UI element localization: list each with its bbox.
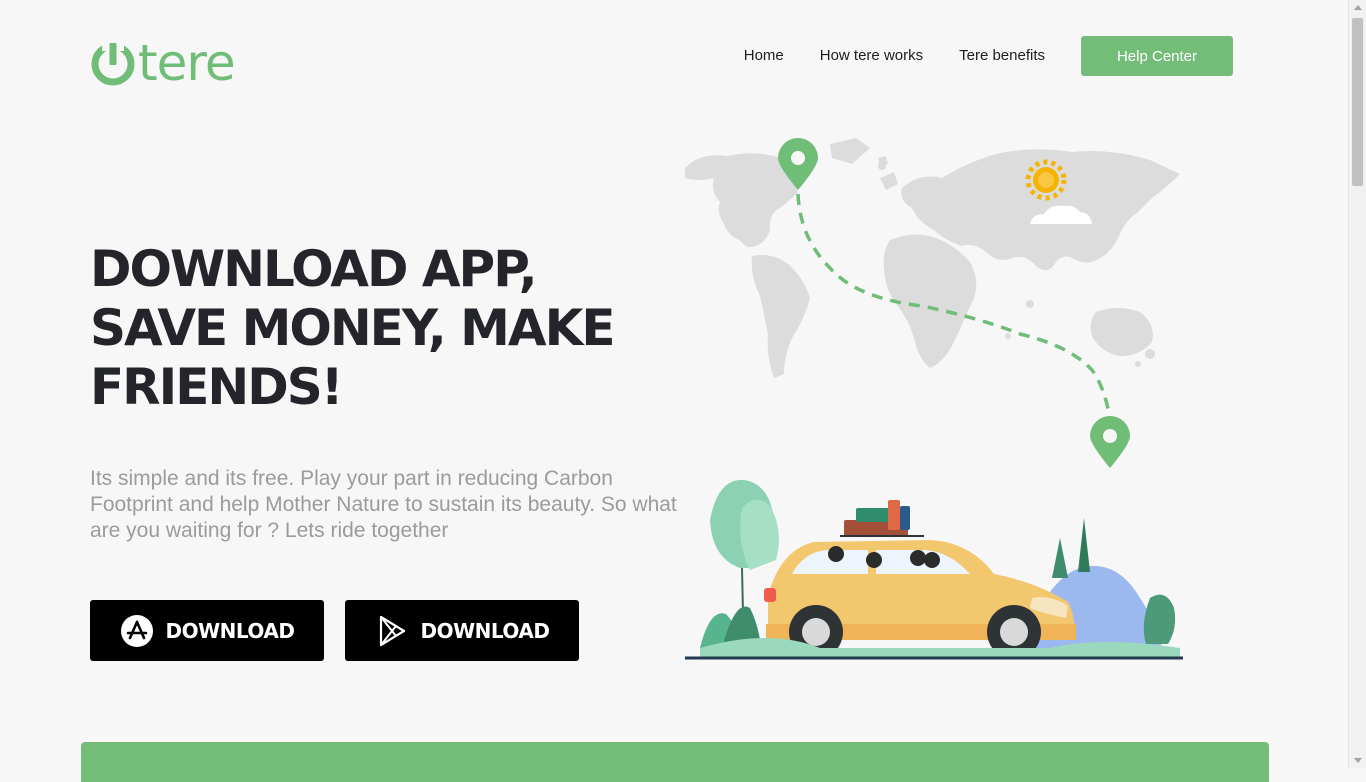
hero-title-line: FRIENDS!	[90, 358, 344, 416]
app-store-icon	[120, 614, 153, 647]
app-store-download-button[interactable]: DOWNLOAD	[90, 600, 324, 661]
hero-title-line: SAVE MONEY, MAKE	[90, 299, 616, 357]
nav-tere-benefits-link[interactable]: Tere benefits	[959, 36, 1045, 76]
car-icon	[764, 500, 1076, 659]
help-center-button[interactable]: Help Center	[1081, 36, 1233, 76]
top-nav: Home How tere works Tere benefits Help C…	[744, 36, 1233, 76]
download-label: DOWNLOAD	[420, 618, 550, 643]
hero-subtitle: Its simple and its free. Play your part …	[90, 467, 677, 542]
world-map	[685, 138, 1180, 378]
map-pin-icon	[1090, 416, 1130, 468]
scroll-up-arrow-icon[interactable]	[1354, 5, 1362, 10]
brand-name: tere	[138, 34, 236, 92]
tree-icon	[1143, 594, 1176, 644]
hero-title: DOWNLOAD APP, SAVE MONEY, MAKE FRIENDS!	[90, 240, 650, 417]
nav-how-tere-works-link[interactable]: How tere works	[820, 36, 923, 76]
hero-illustration	[685, 138, 1183, 660]
power-logo-icon	[91, 42, 135, 86]
tree-icon	[1078, 518, 1090, 572]
google-play-icon	[379, 615, 405, 646]
download-label: DOWNLOAD	[165, 618, 295, 643]
feature-section-band	[81, 742, 1269, 782]
scroll-thumb[interactable]	[1352, 18, 1363, 186]
nav-home-link[interactable]: Home	[744, 36, 784, 76]
hero-title-line: DOWNLOAD APP,	[90, 240, 538, 298]
tree-icon	[1052, 538, 1068, 578]
page-scrollbar[interactable]	[1348, 0, 1366, 768]
scroll-down-arrow-icon[interactable]	[1354, 758, 1362, 763]
brand-logo[interactable]: tere	[90, 34, 236, 92]
google-play-download-button[interactable]: DOWNLOAD	[345, 600, 579, 661]
